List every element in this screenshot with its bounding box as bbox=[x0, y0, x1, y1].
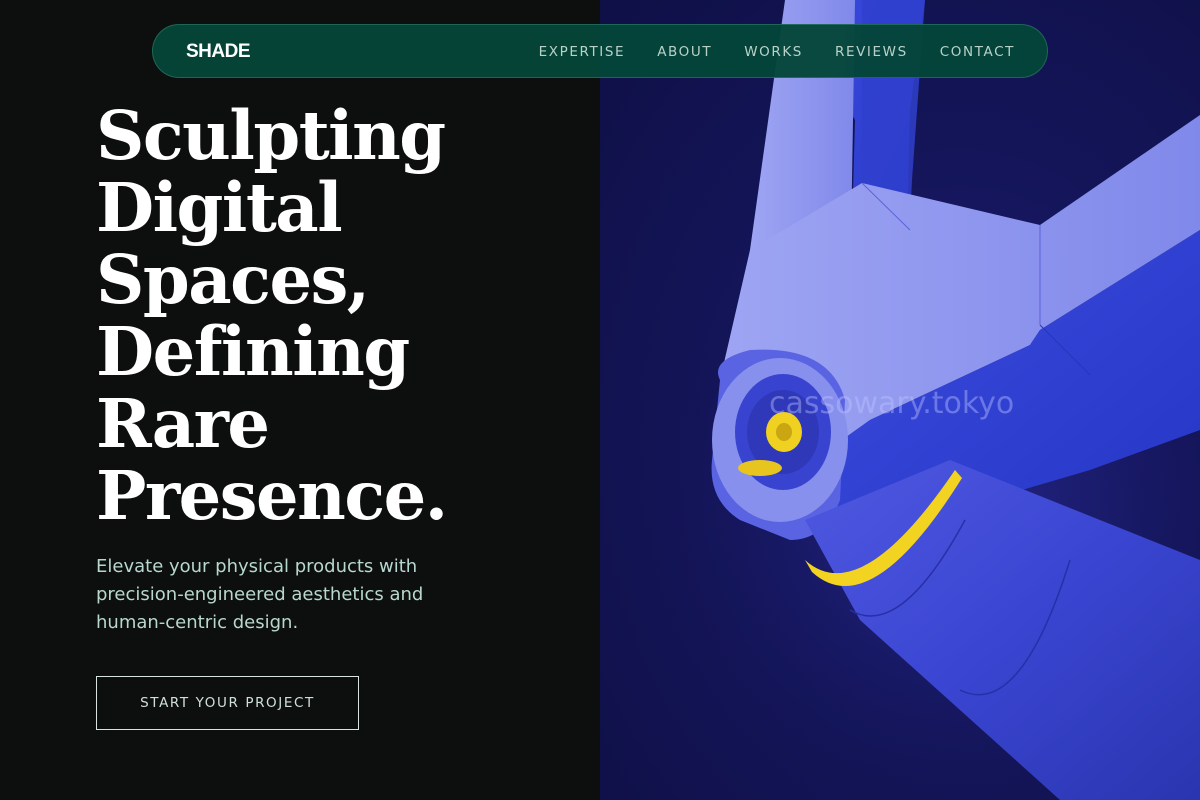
brand-logo[interactable]: SHADE bbox=[186, 41, 251, 63]
nav-links: EXPERTISE ABOUT WORKS REVIEWS CONTACT bbox=[507, 25, 1015, 79]
nav-link-works[interactable]: WORKS bbox=[744, 44, 803, 60]
start-project-button[interactable]: START YOUR PROJECT bbox=[96, 676, 359, 730]
hero-title-line: Spaces, bbox=[96, 240, 370, 319]
hero-title: Sculpting Digital Spaces, Defining Rare … bbox=[96, 100, 576, 532]
hero-title-line: Digital bbox=[96, 168, 343, 247]
watermark-text: cassowary.tokyo bbox=[769, 386, 1015, 421]
nav-link-contact[interactable]: CONTACT bbox=[940, 44, 1015, 60]
nav-link-expertise[interactable]: EXPERTISE bbox=[539, 44, 626, 60]
hero-title-line: Presence. bbox=[96, 456, 448, 535]
nav-link-about[interactable]: ABOUT bbox=[657, 44, 712, 60]
top-navigation-bar: SHADE EXPERTISE ABOUT WORKS REVIEWS CONT… bbox=[152, 24, 1048, 78]
hero-title-line: Defining bbox=[96, 312, 410, 391]
hero-subtitle: Elevate your physical products with prec… bbox=[96, 556, 424, 633]
hero-title-line: Rare bbox=[96, 384, 270, 463]
hero-title-line: Sculpting bbox=[96, 96, 446, 175]
nav-link-reviews[interactable]: REVIEWS bbox=[835, 44, 908, 60]
